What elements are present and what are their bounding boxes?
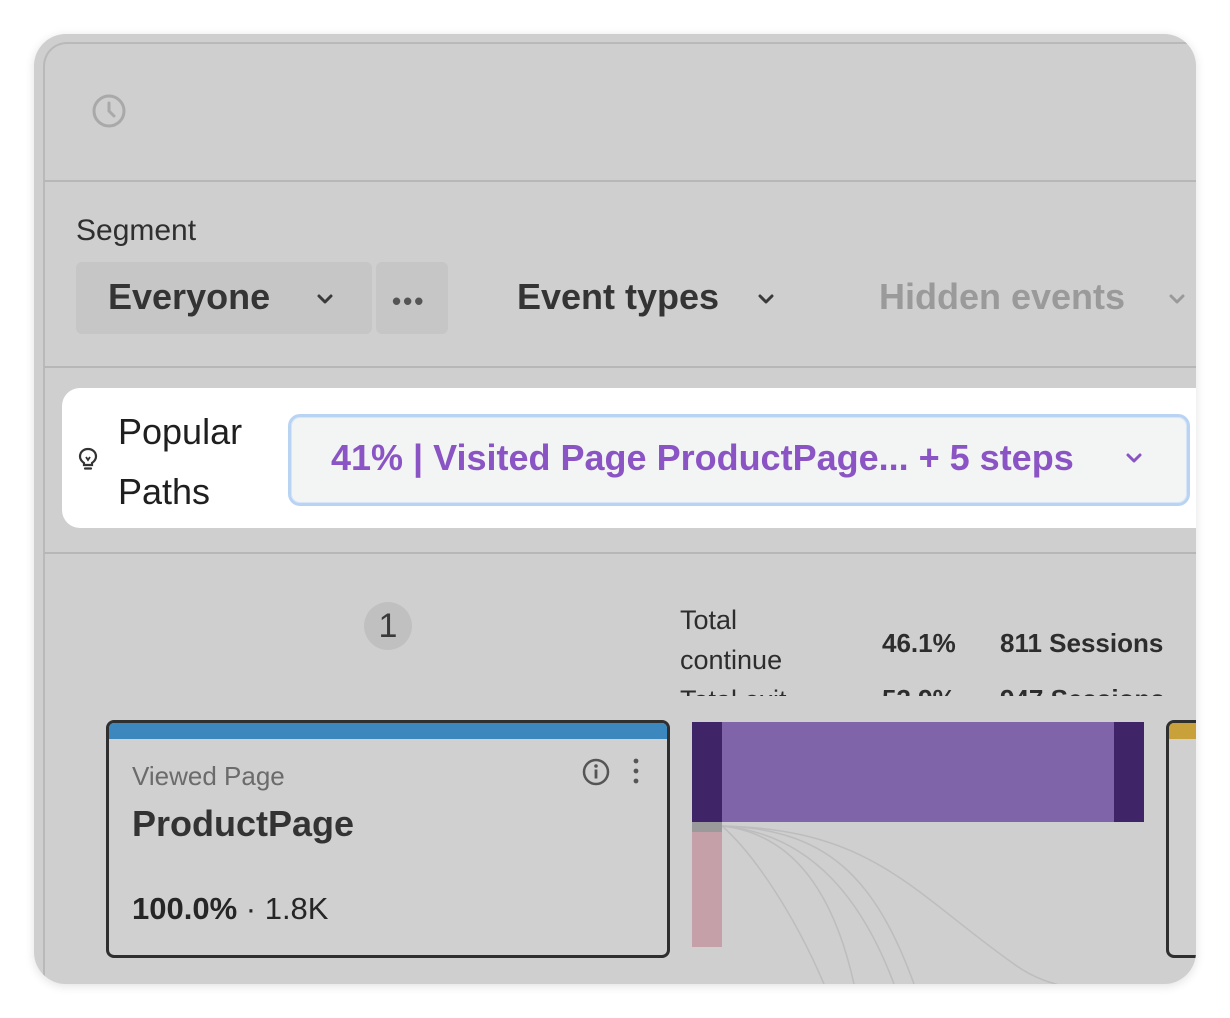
path-node[interactable]: Viewed Page ProductPage 100.0% · 1.8K <box>106 720 670 958</box>
kebab-icon[interactable] <box>631 757 641 787</box>
stat-continue-label: Total continue <box>680 600 782 680</box>
node-event-type: Viewed Page <box>132 761 285 791</box>
step-stats: Total continue 46.1% 811 Sessions Total … <box>680 600 1196 696</box>
continue-bar-edge-left <box>692 722 722 822</box>
info-icon[interactable] <box>581 757 611 787</box>
node-color-bar <box>109 723 667 739</box>
node-percent: 100.0% <box>132 891 238 926</box>
continue-bar-edge-right <box>1114 722 1144 822</box>
node-separator: · <box>237 891 265 926</box>
stat-continue-label-line2: continue <box>680 645 783 675</box>
bar-gap <box>692 822 722 832</box>
stat-exit-label: Total exit <box>680 680 787 696</box>
continue-bar[interactable] <box>692 722 1144 822</box>
stat-continue-label-line1: Total <box>680 605 738 635</box>
stat-continue-percent: 46.1% <box>882 628 956 658</box>
stat-exit-sessions: 947 Sessions <box>1000 684 1165 696</box>
path-explorer-card: Segment Everyone ••• Event types Hidden … <box>34 34 1196 984</box>
stat-exit-percent: 53.9% <box>882 684 956 696</box>
node-color-bar <box>1169 723 1196 739</box>
node-event-name: ProductPage <box>132 803 355 844</box>
node-count: 1.8K <box>264 891 329 926</box>
stat-continue-sessions: 811 Sessions <box>1000 628 1164 658</box>
exit-bar[interactable] <box>692 832 722 947</box>
next-path-node[interactable] <box>1166 720 1196 958</box>
node-stats: 100.0% · 1.8K <box>132 891 328 927</box>
step-number-badge: 1 <box>364 602 412 650</box>
